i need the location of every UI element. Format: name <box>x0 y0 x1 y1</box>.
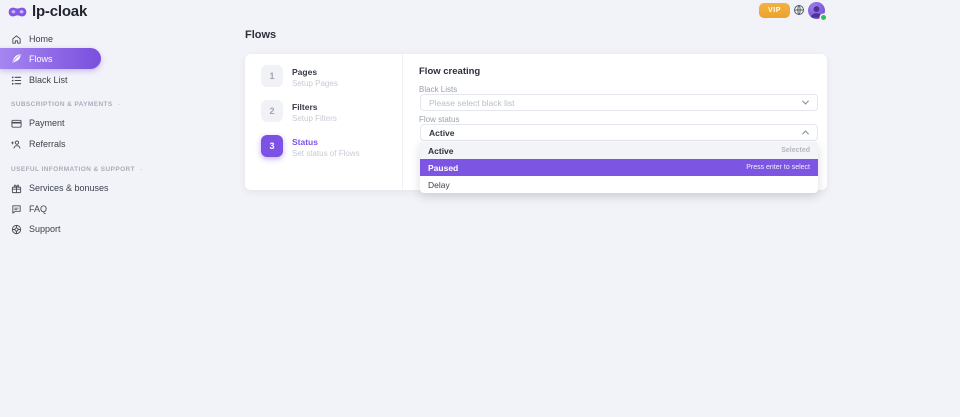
referrals-icon <box>11 139 22 150</box>
flows-icon <box>11 53 22 64</box>
dropdown-option-delay[interactable]: Delay <box>420 176 818 193</box>
sidebar-item-label: Referrals <box>29 139 66 149</box>
selected-badge: Selected <box>781 147 810 154</box>
section-title-label: SUBSCRIPTION & PAYMENTS <box>11 101 113 108</box>
black-lists-select[interactable]: Please select black list <box>420 94 818 111</box>
option-label: Delay <box>428 180 450 190</box>
flow-status-dropdown: Active Selected Paused Press enter to se… <box>420 142 818 193</box>
wizard-step-pages[interactable]: 1 Pages Setup Pages <box>261 65 338 88</box>
chevron-up-icon <box>802 130 809 135</box>
payment-icon <box>11 118 22 129</box>
sidebar-item-payment[interactable]: Payment <box>0 113 110 133</box>
wizard-step-filters[interactable]: 2 Filters Setup Filters <box>261 100 337 123</box>
dropdown-option-paused[interactable]: Paused Press enter to select <box>420 159 818 176</box>
step-subtitle: Setup Pages <box>292 79 338 88</box>
support-icon <box>11 224 22 235</box>
step-subtitle: Setup Filters <box>292 114 337 123</box>
sidebar-item-flows[interactable]: Flows <box>0 48 101 69</box>
section-title-label: USEFUL INFORMATION & SUPPORT <box>11 166 135 173</box>
services-icon <box>11 183 22 194</box>
sidebar-item-label: Black List <box>29 75 68 85</box>
online-status-dot <box>821 15 826 20</box>
sidebar-item-home[interactable]: Home <box>0 29 110 49</box>
step-title: Filters <box>292 102 337 112</box>
sidebar-item-black-list[interactable]: Black List <box>0 70 110 90</box>
vertical-divider <box>402 54 403 190</box>
sidebar-item-label: Support <box>29 224 61 234</box>
option-label: Paused <box>428 163 458 173</box>
mask-logo-icon <box>8 6 27 18</box>
page-title: Flows <box>245 29 276 41</box>
step-title: Pages <box>292 67 338 77</box>
sidebar-section-support: USEFUL INFORMATION & SUPPORT <box>11 166 108 173</box>
sidebar-item-faq[interactable]: FAQ <box>0 199 110 219</box>
chevron-down-icon <box>802 100 809 105</box>
sidebar-item-referrals[interactable]: Referrals <box>0 134 110 154</box>
option-label: Active <box>428 146 454 156</box>
step-number-badge: 3 <box>261 135 283 157</box>
step-number-badge: 1 <box>261 65 283 87</box>
app-window: lp-cloak VIP Home Flows Black List SUBSC… <box>0 0 960 417</box>
brand-name: lp-cloak <box>32 3 87 20</box>
blacklist-icon <box>11 75 22 86</box>
flow-status-label: Flow status <box>419 115 459 124</box>
sidebar-item-label: Payment <box>29 118 65 128</box>
step-title: Status <box>292 137 360 147</box>
step-number-badge: 2 <box>261 100 283 122</box>
sidebar-section-subscription: SUBSCRIPTION & PAYMENTS <box>11 101 108 108</box>
sidebar-item-label: FAQ <box>29 204 47 214</box>
press-enter-hint: Press enter to select <box>746 164 810 171</box>
step-subtitle: Set status of Flows <box>292 149 360 158</box>
globe-icon[interactable] <box>793 4 805 16</box>
brand-logo[interactable]: lp-cloak <box>8 3 87 20</box>
form-title: Flow creating <box>419 66 480 77</box>
flow-status-select[interactable]: Active <box>420 124 818 141</box>
black-lists-placeholder: Please select black list <box>429 98 515 108</box>
flow-status-value: Active <box>429 128 455 138</box>
black-lists-label: Black Lists <box>419 85 457 94</box>
sidebar-item-label: Home <box>29 34 53 44</box>
sidebar-item-services[interactable]: Services & bonuses <box>0 178 110 198</box>
sidebar-item-label: Services & bonuses <box>29 183 109 193</box>
faq-icon <box>11 204 22 215</box>
user-avatar[interactable] <box>808 2 825 19</box>
sidebar-item-label: Flows <box>29 54 53 64</box>
wizard-step-status[interactable]: 3 Status Set status of Flows <box>261 135 360 158</box>
dropdown-option-active[interactable]: Active Selected <box>420 142 818 159</box>
vip-button[interactable]: VIP <box>759 3 790 18</box>
flow-creating-card: 1 Pages Setup Pages 2 Filters Setup Filt… <box>245 54 827 190</box>
sidebar-item-support[interactable]: Support <box>0 219 110 239</box>
home-icon <box>11 34 22 45</box>
